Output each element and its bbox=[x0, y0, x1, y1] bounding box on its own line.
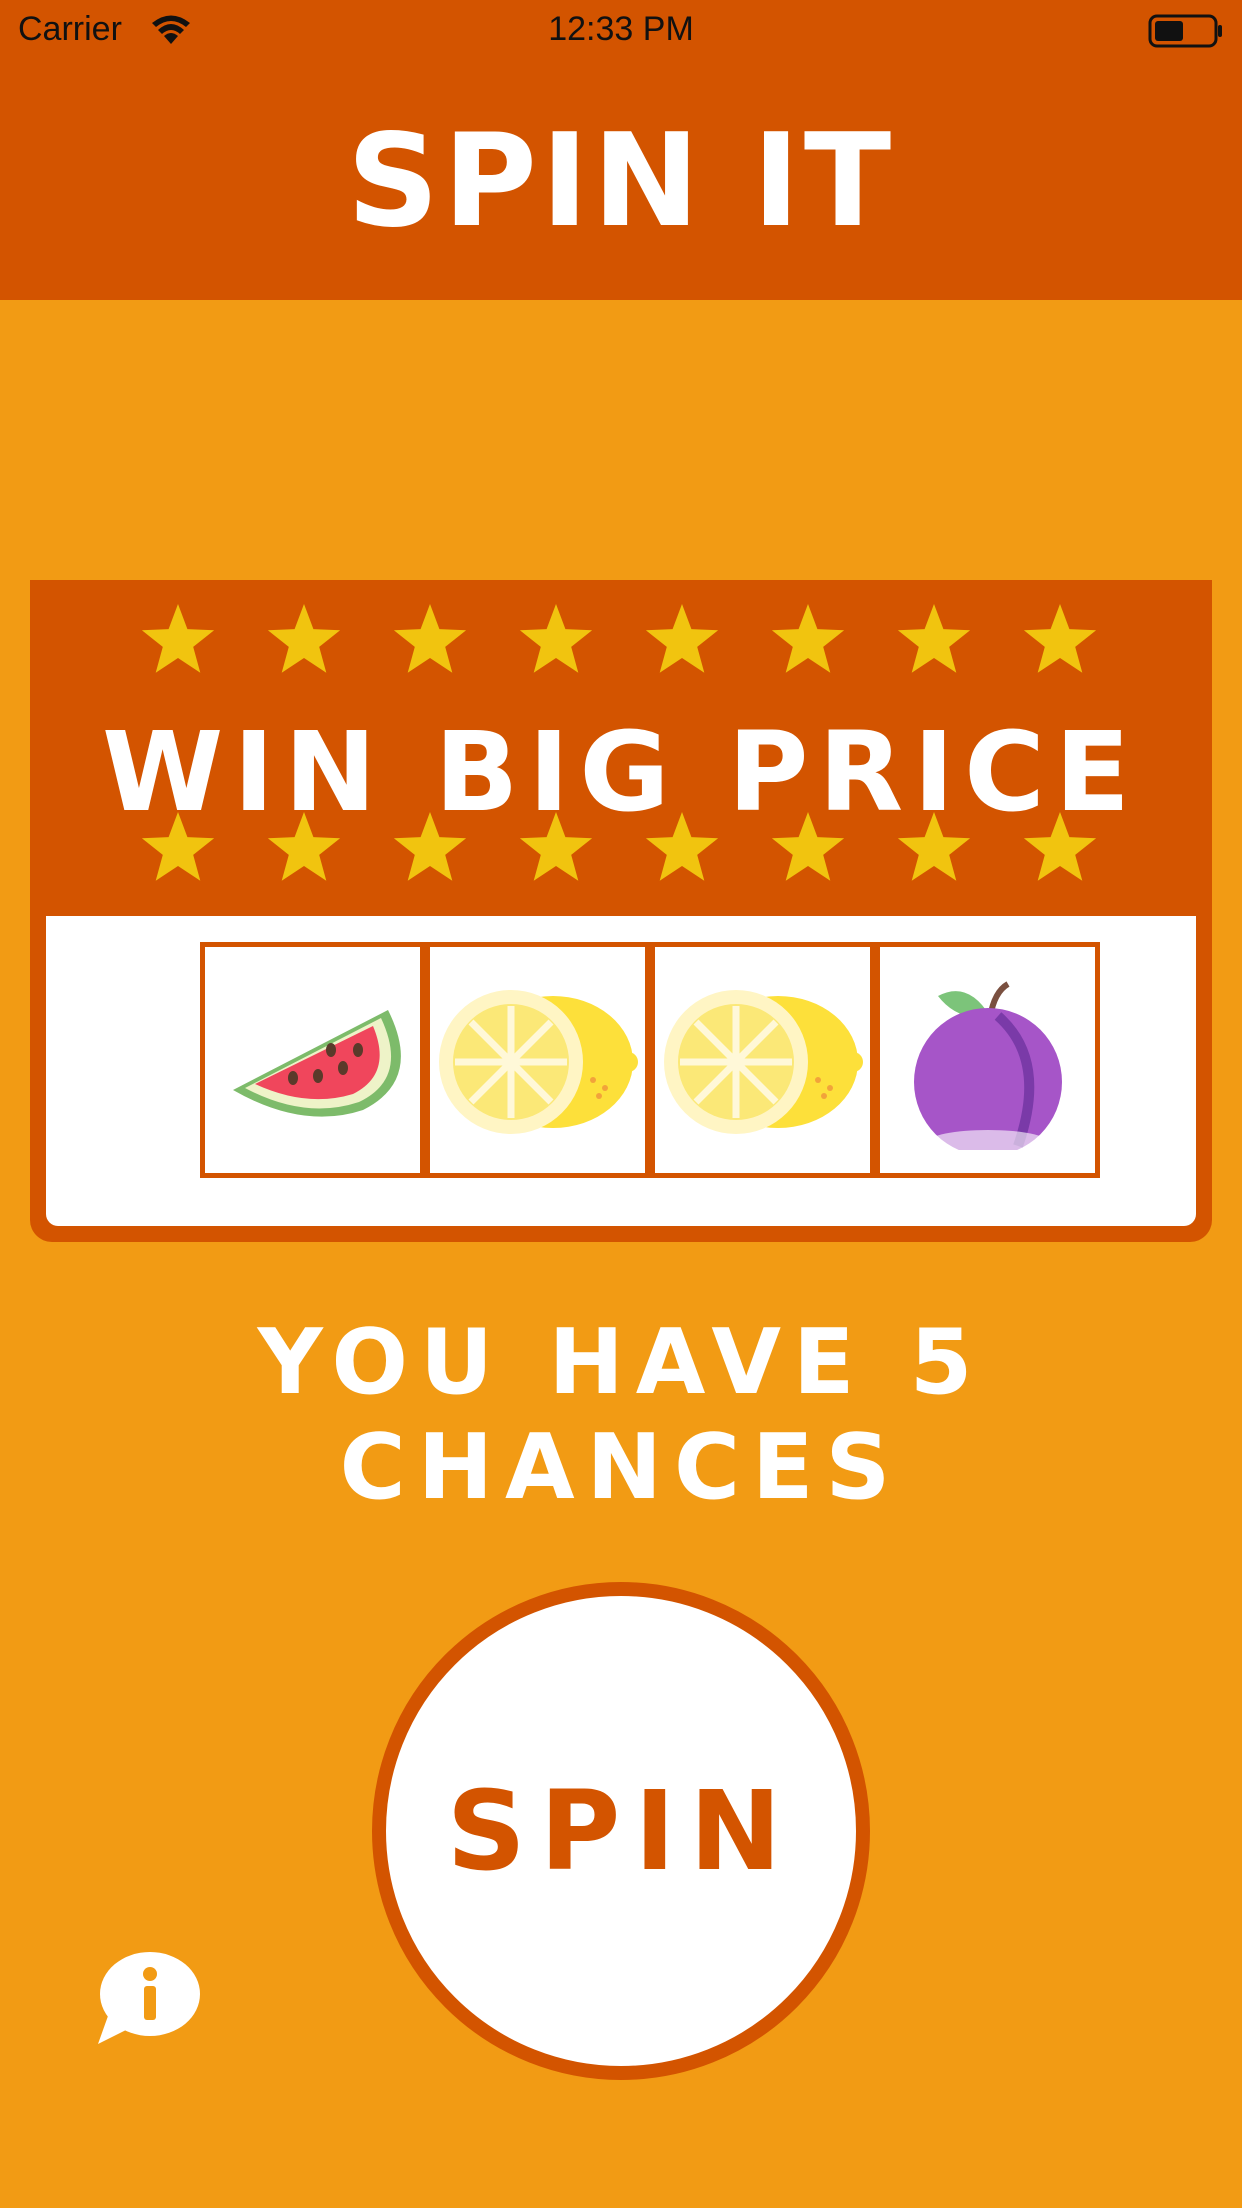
star-icon bbox=[642, 808, 722, 888]
star-row-top bbox=[30, 600, 1212, 680]
reel-1 bbox=[205, 947, 420, 1173]
star-row-bottom bbox=[30, 808, 1212, 888]
lemon-icon bbox=[438, 990, 638, 1134]
star-icon bbox=[1020, 600, 1100, 680]
plum-icon bbox=[913, 981, 1062, 1150]
star-icon bbox=[768, 600, 848, 680]
slot-machine-panel: WIN BIG PRICE bbox=[30, 580, 1212, 1242]
info-button[interactable] bbox=[94, 1950, 204, 2050]
star-icon bbox=[264, 600, 344, 680]
spin-button-label: SPIN bbox=[446, 1767, 796, 1895]
reel-window bbox=[46, 916, 1196, 1226]
star-icon bbox=[516, 600, 596, 680]
star-icon bbox=[894, 808, 974, 888]
star-icon bbox=[390, 808, 470, 888]
star-icon bbox=[894, 600, 974, 680]
battery-icon bbox=[1148, 14, 1222, 48]
status-time: 12:33 PM bbox=[548, 10, 694, 48]
reels bbox=[200, 942, 1100, 1178]
star-icon bbox=[390, 600, 470, 680]
app-title: SPIN IT bbox=[346, 106, 896, 256]
reel-3 bbox=[645, 947, 870, 1173]
info-icon bbox=[98, 1952, 200, 2044]
watermelon-icon bbox=[232, 1010, 401, 1117]
lemon-icon bbox=[663, 990, 863, 1134]
spin-button[interactable]: SPIN bbox=[372, 1582, 870, 2080]
status-bar: Carrier 12:33 PM bbox=[0, 0, 1242, 62]
chances-text: YOU HAVE 5 CHANCES bbox=[257, 1310, 985, 1520]
star-icon bbox=[1020, 808, 1100, 888]
app-header: SPIN IT bbox=[0, 62, 1242, 300]
star-icon bbox=[768, 808, 848, 888]
reel-4 bbox=[870, 947, 1095, 1173]
star-icon bbox=[138, 808, 218, 888]
star-icon bbox=[642, 600, 722, 680]
reel-2 bbox=[420, 947, 645, 1173]
star-icon bbox=[138, 600, 218, 680]
star-icon bbox=[264, 808, 344, 888]
star-icon bbox=[516, 808, 596, 888]
